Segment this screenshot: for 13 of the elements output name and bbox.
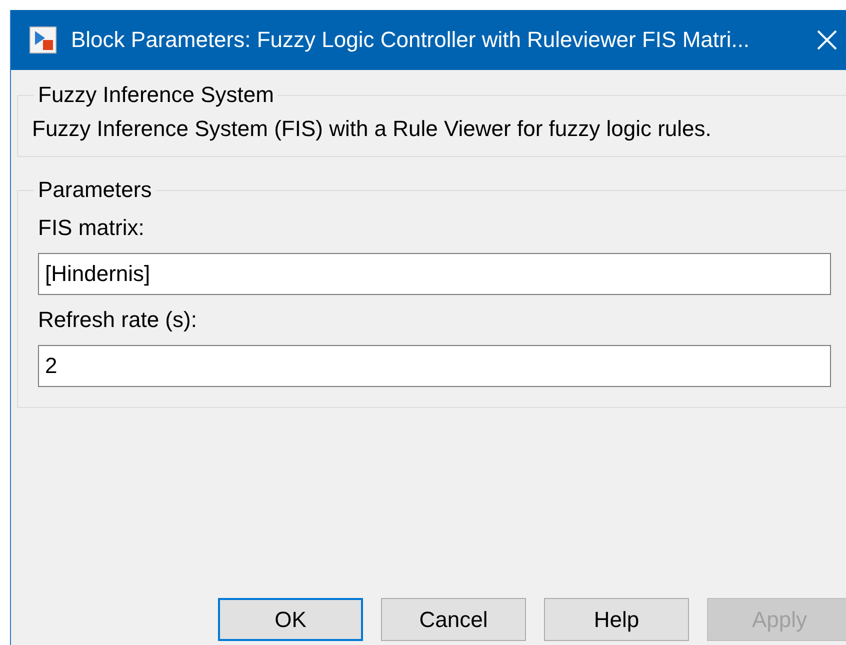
text-field[interactable]: [Hindernis] (38, 253, 831, 295)
app-icon (29, 26, 57, 54)
field-label: Refresh rate (s): (38, 307, 198, 333)
text-field[interactable]: 2 (38, 345, 831, 387)
dialog-button[interactable]: OK (218, 598, 363, 641)
dialog-button[interactable]: Help (544, 598, 689, 641)
close-icon[interactable] (816, 29, 838, 51)
field-label: FIS matrix: (38, 215, 146, 241)
dialog-button[interactable]: Cancel (381, 598, 526, 641)
group-title: Parameters (37, 177, 153, 203)
window-title: Block Parameters: Fuzzy Logic Controller with Ruleviewer FIS Matri... (71, 27, 750, 53)
description-text: Fuzzy Inference System (FIS) with a Rule Viewer for fuzzy logic rules. (32, 116, 712, 142)
group-title: Fuzzy Inference System (37, 82, 275, 108)
